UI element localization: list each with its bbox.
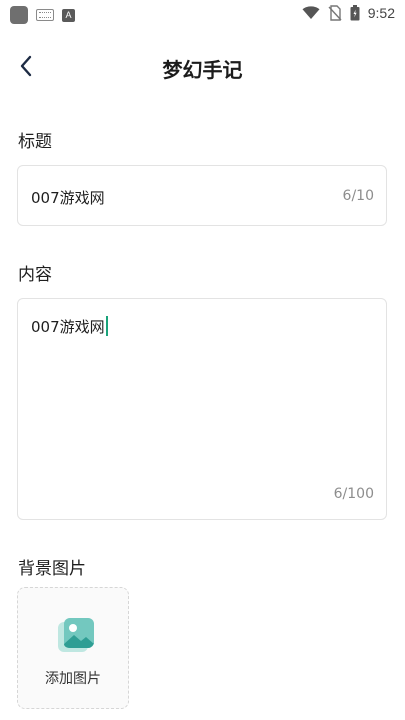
content-char-counter: 6/100 — [333, 486, 374, 502]
title-field[interactable]: 007游戏网 6/10 — [17, 165, 387, 226]
content-textarea[interactable]: 007游戏网 6/100 — [17, 298, 387, 520]
add-image-label: 添加图片 — [45, 671, 101, 687]
status-time: 9:52 — [367, 5, 395, 21]
no-sim-icon — [328, 5, 342, 21]
add-image-button[interactable]: 添加图片 — [17, 587, 129, 709]
status-right-icons: 9:52 — [302, 5, 395, 21]
content-section-label: 内容 — [18, 265, 52, 285]
background-section-label: 背景图片 — [18, 559, 86, 579]
text-cursor — [105, 316, 108, 336]
wifi-icon — [302, 6, 320, 19]
battery-icon — [350, 5, 360, 21]
app-header: 梦幻手记 — [0, 40, 405, 94]
title-field-value: 007游戏网 — [31, 189, 105, 207]
keyboard-icon — [36, 9, 54, 21]
image-icon — [58, 618, 94, 652]
a-badge-icon: A — [62, 8, 75, 22]
notification-square-icon — [10, 6, 28, 24]
content-text: 007游戏网 — [31, 318, 105, 336]
status-left-icons: A — [10, 6, 75, 24]
title-section-label: 标题 — [18, 132, 52, 152]
title-char-counter: 6/10 — [342, 188, 374, 204]
page-title: 梦幻手记 — [162, 58, 243, 82]
content-textarea-value: 007游戏网 — [31, 316, 108, 337]
status-bar: A 9:52 — [0, 0, 405, 32]
